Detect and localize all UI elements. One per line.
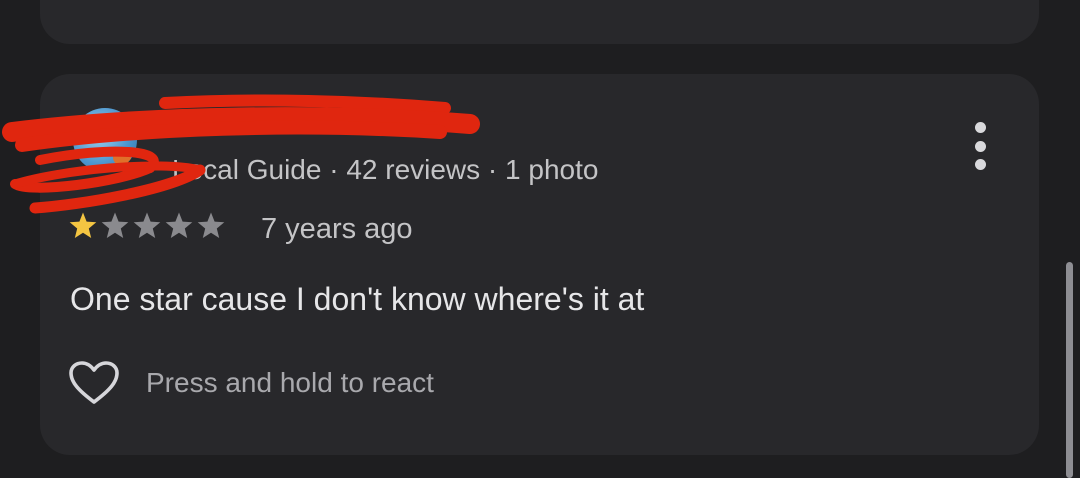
reviews-screen: Local Guide · 42 reviews · 1 photo 7 yea… <box>0 0 1080 478</box>
reviewer-avatar[interactable] <box>73 108 137 172</box>
local-guide-badge-icon <box>113 148 131 166</box>
star-filled-icon <box>69 212 97 238</box>
react-label: Press and hold to react <box>146 367 434 398</box>
more-options-button[interactable] <box>966 122 994 170</box>
review-time: 7 years ago <box>261 213 413 245</box>
star-empty-icon <box>165 212 193 238</box>
previous-review-card <box>40 0 1039 44</box>
star-empty-icon <box>101 212 129 238</box>
heart-outline-icon <box>69 361 119 404</box>
reviewer-meta: Local Guide · 42 reviews · 1 photo <box>172 154 599 185</box>
star-rating <box>68 211 228 240</box>
star-empty-icon <box>133 212 161 238</box>
review-text: One star cause I don't know where's it a… <box>70 281 645 317</box>
react-button[interactable]: Press and hold to react <box>68 360 434 406</box>
more-vertical-icon <box>974 122 986 133</box>
review-card: Local Guide · 42 reviews · 1 photo 7 yea… <box>40 74 1039 455</box>
scrollbar[interactable] <box>1066 262 1073 478</box>
star-empty-icon <box>197 212 225 238</box>
